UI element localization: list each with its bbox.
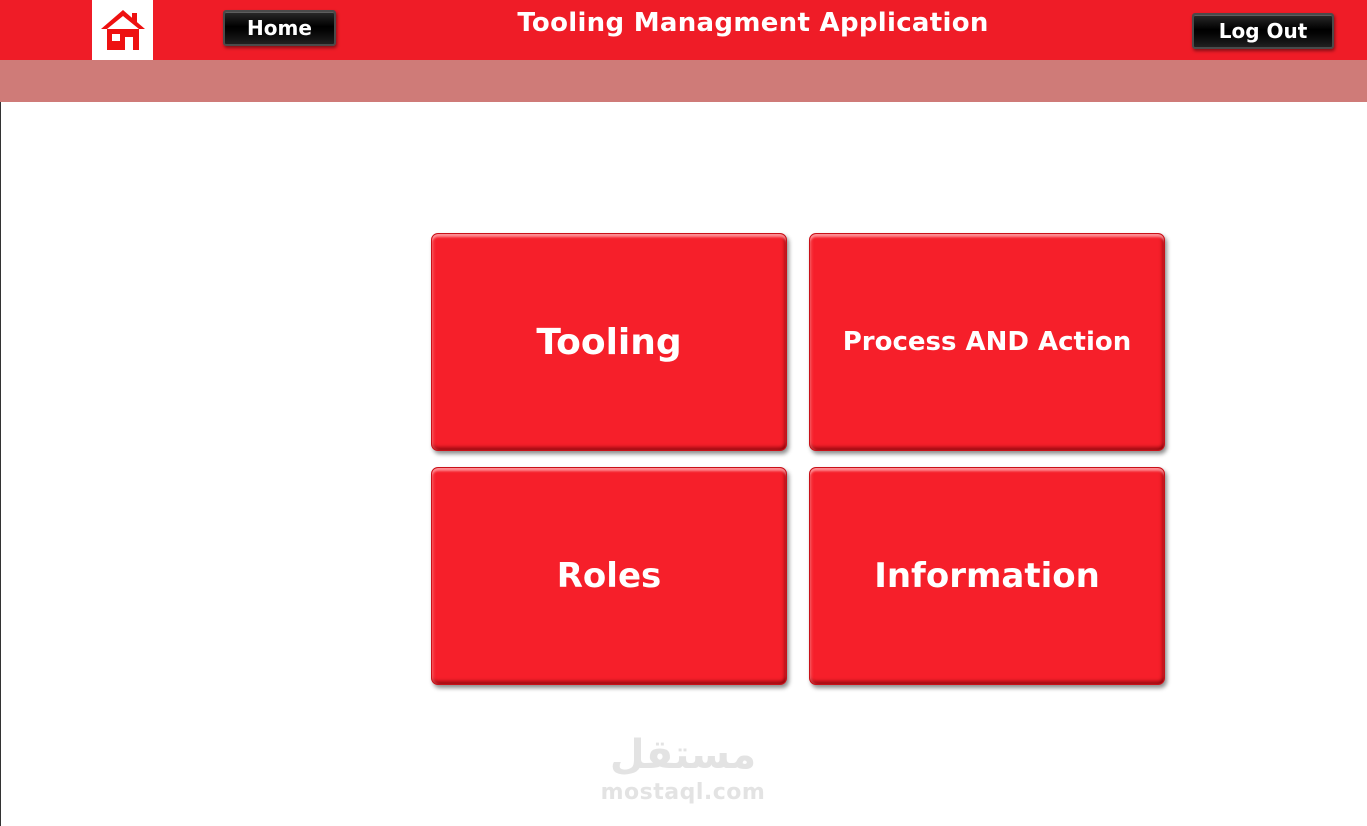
watermark-arabic-text: مستقل: [609, 732, 757, 778]
information-tile-button[interactable]: Information: [809, 467, 1165, 685]
app-title: Tooling Managment Application: [517, 8, 989, 38]
tile-label: Process AND Action: [842, 327, 1132, 357]
house-icon: [100, 10, 145, 50]
watermark-logo: مستقل mostaql.com: [598, 730, 768, 806]
home-icon-button[interactable]: [92, 0, 153, 60]
tile-label: Tooling: [536, 321, 682, 363]
roles-tile-button[interactable]: Roles: [431, 467, 787, 685]
page-left-border: [0, 0, 1, 826]
tile-label: Information: [874, 556, 1100, 596]
tile-label: Roles: [556, 556, 662, 596]
home-button[interactable]: Home: [223, 10, 336, 46]
process-and-action-tile-button[interactable]: Process AND Action: [809, 233, 1165, 451]
watermark-latin-text: mostaql.com: [600, 780, 766, 805]
logout-button[interactable]: Log Out: [1192, 13, 1334, 49]
tooling-tile-button[interactable]: Tooling: [431, 233, 787, 451]
header-subbar: [0, 60, 1367, 102]
